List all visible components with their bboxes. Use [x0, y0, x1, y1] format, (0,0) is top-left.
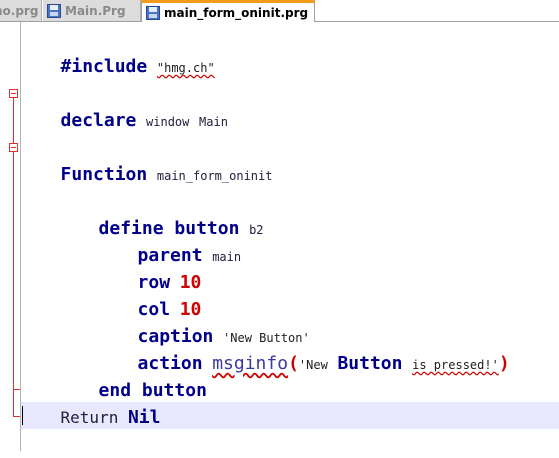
- keyword: Return: [60, 408, 119, 427]
- identifier: b2: [249, 223, 264, 237]
- code-line: declare window Main: [22, 80, 228, 131]
- fold-line: [13, 152, 14, 417]
- fold-collapse-icon[interactable]: [9, 143, 18, 152]
- string-literal: "hmg.ch": [157, 61, 215, 75]
- tab-label: Main.Prg: [65, 3, 126, 18]
- floppy-disk-icon: [146, 5, 160, 20]
- tab-no-prg[interactable]: no.prg: [0, 0, 42, 21]
- paren: (: [288, 353, 299, 374]
- code-line: col 10: [99, 269, 202, 320]
- fold-line: [13, 98, 14, 143]
- string-literal: 'New: [298, 358, 328, 372]
- tab-label: main_form_oninit.prg: [164, 5, 309, 20]
- identifier: main_form_oninit: [156, 169, 273, 183]
- fold-collapse-icon[interactable]: [9, 89, 18, 98]
- identifier: window: [146, 115, 190, 129]
- identifier: Main: [199, 115, 228, 129]
- keyword: Function: [60, 164, 148, 185]
- keyword: #include: [60, 56, 148, 77]
- keyword: Button: [337, 353, 403, 374]
- string-literal: is pressed!': [412, 358, 499, 372]
- tab-main-prg[interactable]: Main.Prg: [43, 0, 141, 21]
- code-line: #include "hmg.ch": [22, 26, 215, 77]
- keyword: declare: [60, 110, 137, 131]
- code-line: define button b2: [60, 188, 264, 239]
- code-line: action msginfo('New Button is pressed!'): [99, 323, 510, 374]
- function-name: msginfo: [212, 353, 289, 374]
- code-line: parent main: [99, 215, 242, 266]
- code-editor[interactable]: #include "hmg.ch" declare window Main Fu…: [0, 22, 559, 451]
- fold-end-marker: [13, 416, 20, 417]
- keyword: Nil: [127, 407, 161, 428]
- tab-main-form-oninit[interactable]: main_form_oninit.prg: [141, 0, 315, 22]
- floppy-disk-icon: [47, 3, 61, 18]
- code-line: Return Nil: [22, 377, 161, 428]
- code-line: end button: [60, 350, 207, 401]
- identifier: main: [212, 250, 242, 264]
- tab-label: no.prg: [0, 3, 39, 18]
- code-line: Function main_form_oninit: [22, 134, 273, 185]
- text-caret: [22, 406, 23, 425]
- tab-bar: no.prg Main.Prg main_form_oninit.prg: [0, 0, 559, 22]
- fold-margin-border: [20, 22, 21, 451]
- code-line: row 10: [99, 242, 202, 293]
- code-line: caption 'New Button': [99, 296, 310, 347]
- include-path: "hmg.ch": [156, 61, 215, 75]
- fold-line-tick: [13, 389, 20, 390]
- paren: ): [498, 353, 510, 374]
